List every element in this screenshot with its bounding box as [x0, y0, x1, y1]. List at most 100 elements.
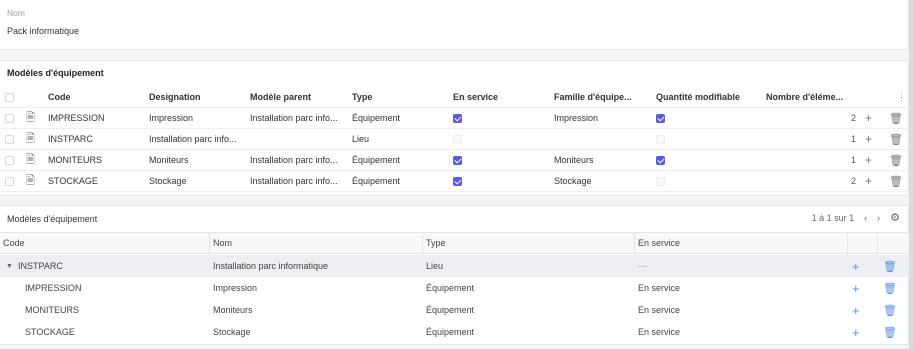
tree-nom: Impression — [213, 283, 258, 293]
name-value[interactable]: Pack informatique — [7, 26, 79, 36]
tree-row[interactable]: ▼ INSTPARC Installation parc informatique L… — [0, 255, 909, 277]
name-section: Nom Pack informatique — [0, 0, 909, 50]
row-count: 2 — [850, 113, 856, 123]
tree-row[interactable]: IMPRESSION Impression Équipement En service… — [0, 277, 909, 299]
row-select-checkbox[interactable] — [5, 150, 14, 170]
scrollbar[interactable] — [909, 0, 913, 349]
tree-header: Code Nom Type En service — [0, 232, 909, 255]
row-count: 1 — [850, 155, 856, 165]
qty-editable-checkbox[interactable] — [656, 176, 665, 186]
in-service-checkbox[interactable] — [453, 113, 462, 123]
row-parent — [250, 129, 350, 149]
tree-nom: Stockage — [213, 327, 251, 337]
equipment-models-panel: Modèles d'équipement Code Designation Mo… — [0, 60, 909, 196]
tree-col-nom[interactable]: Nom — [213, 233, 232, 253]
settings-icon[interactable]: ⚙ — [890, 211, 900, 224]
row-parent: Installation parc info... — [250, 155, 338, 165]
row-code[interactable]: STOCKAGE — [48, 171, 98, 191]
tree-service: En service — [638, 305, 681, 315]
tree-code: MONITEURS — [25, 305, 79, 315]
pager: 1 à 1 sur 1 ‹ › ⚙ — [812, 211, 900, 224]
caret-down-icon[interactable]: ▼ — [6, 255, 13, 277]
trash-icon[interactable]: 🗑 — [889, 150, 903, 170]
row-designation: Installation parc info... — [149, 134, 237, 144]
next-page-icon[interactable]: › — [877, 213, 880, 223]
document-icon[interactable]: 🗎 — [26, 129, 35, 149]
equipment-row[interactable]: 🗎 MONITEURS Moniteurs Installation parc inf… — [0, 150, 909, 171]
qty-editable-checkbox[interactable] — [656, 155, 665, 165]
equipment-row[interactable]: 🗎 IMPRESSION Impression Installation parc i… — [0, 108, 909, 129]
tree-type: Équipement — [426, 305, 475, 315]
tree-code: IMPRESSION — [25, 283, 82, 293]
trash-icon[interactable]: 🗑 — [889, 108, 903, 128]
tree-type: Équipement — [426, 327, 475, 337]
prev-page-icon[interactable]: ‹ — [864, 213, 867, 223]
col-type[interactable]: Type — [352, 87, 372, 107]
column-menu-icon[interactable]: ⋮ — [897, 87, 906, 107]
row-type: Lieu — [352, 134, 370, 144]
row-code[interactable]: INSTPARC — [48, 129, 93, 149]
col-qty[interactable]: Quantité modifiable — [656, 87, 740, 107]
add-icon[interactable]: + — [852, 299, 860, 321]
tree-service: En service — [638, 327, 681, 337]
row-parent: Installation parc info... — [250, 176, 338, 186]
tree-nom: Moniteurs — [213, 305, 253, 315]
qty-editable-checkbox[interactable] — [656, 134, 665, 144]
document-icon[interactable]: 🗎 — [26, 171, 35, 191]
row-famille: Impression — [554, 113, 599, 123]
row-select-checkbox[interactable] — [5, 171, 14, 191]
row-type: Équipement — [352, 113, 401, 123]
grid-header: Code Designation Modèle parent Type En s… — [0, 87, 909, 108]
equipment-row[interactable]: 🗎 STOCKAGE Stockage Installation parc info.… — [0, 171, 909, 192]
add-icon[interactable]: + — [865, 171, 872, 191]
add-icon[interactable]: + — [852, 255, 860, 277]
row-select-checkbox[interactable] — [5, 108, 14, 128]
in-service-checkbox[interactable] — [453, 176, 462, 186]
tree-service: --- — [638, 261, 647, 271]
col-parent[interactable]: Modèle parent — [250, 87, 311, 107]
col-designation[interactable]: Designation — [149, 87, 201, 107]
col-count[interactable]: Nombre d'éléme... — [766, 87, 843, 107]
tree-code: INSTPARC — [18, 261, 63, 271]
add-icon[interactable]: + — [865, 108, 872, 128]
row-count: 2 — [850, 176, 856, 186]
tree-col-code[interactable]: Code — [3, 233, 25, 253]
in-service-checkbox[interactable] — [453, 155, 462, 165]
equipment-row[interactable]: 🗎 INSTPARC Installation parc info... Lieu 1 +… — [0, 129, 909, 150]
trash-icon[interactable]: 🗑 — [889, 129, 903, 149]
trash-icon[interactable]: 🗑 — [883, 321, 897, 343]
name-label: Nom — [7, 8, 25, 18]
add-icon[interactable]: + — [865, 150, 872, 170]
add-icon[interactable]: + — [852, 321, 860, 343]
document-icon[interactable]: 🗎 — [26, 150, 35, 170]
col-code[interactable]: Code — [48, 87, 71, 107]
tree-row[interactable]: STOCKAGE Stockage Équipement En service + 🗑 — [0, 321, 909, 343]
tree-col-type[interactable]: Type — [426, 233, 446, 253]
equipment-models-title: Modèles d'équipement — [7, 68, 104, 78]
row-famille: Stockage — [554, 176, 592, 186]
tree-col-service[interactable]: En service — [638, 233, 680, 253]
tree-title: Modèles d'équipement — [7, 214, 98, 224]
row-type: Équipement — [352, 176, 401, 186]
in-service-checkbox[interactable] — [453, 134, 462, 144]
tree-row[interactable]: MONITEURS Moniteurs Équipement En service + 🗑 — [0, 299, 909, 321]
trash-icon[interactable]: 🗑 — [883, 299, 897, 321]
trash-icon[interactable]: 🗑 — [889, 171, 903, 191]
add-icon[interactable]: + — [852, 277, 860, 299]
trash-icon[interactable]: 🗑 — [883, 255, 897, 277]
tree-service: En service — [638, 283, 681, 293]
document-icon[interactable]: 🗎 — [26, 108, 35, 128]
add-icon[interactable]: + — [865, 129, 872, 149]
qty-editable-checkbox[interactable] — [656, 113, 665, 123]
select-all-checkbox[interactable] — [5, 87, 14, 107]
col-famille[interactable]: Famille d'équipe... — [554, 87, 632, 107]
tree-type: Lieu — [426, 261, 444, 271]
row-designation: Impression — [149, 113, 194, 123]
trash-icon[interactable]: 🗑 — [883, 277, 897, 299]
row-select-checkbox[interactable] — [5, 129, 14, 149]
row-famille: Moniteurs — [554, 155, 594, 165]
col-service[interactable]: En service — [453, 87, 498, 107]
row-code[interactable]: IMPRESSION — [48, 108, 105, 128]
row-count: 1 — [850, 134, 856, 144]
row-code[interactable]: MONITEURS — [48, 150, 102, 170]
